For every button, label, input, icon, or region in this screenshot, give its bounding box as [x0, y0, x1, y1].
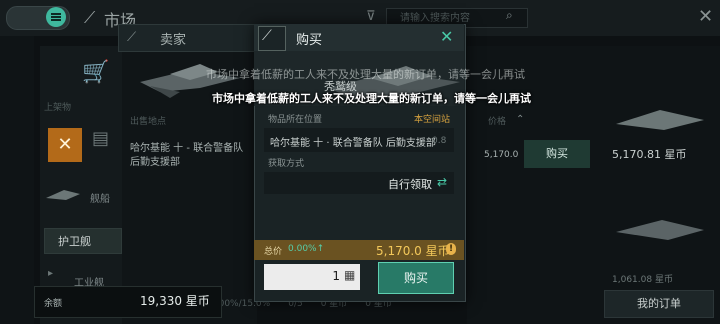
tab-seller-label: 卖家: [160, 33, 187, 48]
chart-icon: ⟋: [262, 28, 272, 44]
ship-image: [616, 220, 704, 240]
ship-image: [616, 110, 704, 130]
tax-value: 0.00%: [288, 244, 317, 254]
listing-price: 5,170.0: [484, 150, 519, 160]
ship-category-icon: [46, 190, 80, 200]
close-icon[interactable]: ✕: [698, 6, 713, 27]
balance-label: 余额: [44, 299, 63, 309]
ship-price: 5,170.81 星币: [612, 148, 687, 161]
buy-button[interactable]: 购买: [378, 262, 454, 294]
listing-location-line1: 哈尔基能 十 - 联合警备队: [130, 143, 244, 154]
expand-icon[interactable]: ▸: [48, 268, 53, 279]
chart-icon: ⟋: [127, 30, 137, 45]
quantity-value: 1: [332, 269, 340, 283]
search-placeholder: 请输入搜索内容: [400, 13, 470, 24]
balance-value: 19,330 星币: [140, 294, 210, 308]
listing-location: 哈尔基能 十 - 联合警备队 后勤支援部: [130, 142, 243, 170]
toast-message: 市场中拿着低薪的工人来不及处理大量的新订单，请等一会儿再试: [212, 92, 531, 105]
chart-icon: ⟋: [84, 8, 96, 27]
total-label: 总价: [264, 247, 283, 257]
right-panel: [467, 46, 720, 324]
obtain-method-value: 自行领取: [388, 178, 432, 191]
dialog-close-icon[interactable]: ✕: [440, 27, 453, 46]
chevron-up-icon[interactable]: ⌃: [516, 114, 524, 125]
left-rail: [0, 36, 34, 324]
column-header-price: 价格: [488, 117, 507, 127]
listing-location-line2: 后勤支援部: [130, 157, 180, 168]
column-header-location: 出售地点: [130, 117, 167, 127]
filter-icon[interactable]: ⊽: [366, 9, 376, 24]
toast-ghost: 市场中拿着低薪的工人来不及处理大量的新订单，请等一会儿再试: [206, 68, 525, 81]
location-name: 哈尔基能 十 · 联合警备队 后勤支援部: [270, 138, 436, 149]
total-tax-percent: 0.00%↑: [288, 244, 324, 254]
warning-icon[interactable]: !: [446, 243, 456, 255]
sidebar-item-escort-label: 护卫舰: [58, 235, 91, 248]
location-tag: 本空间站: [414, 115, 451, 125]
swap-icon[interactable]: ⇄: [437, 175, 447, 189]
sidebar-item-ships[interactable]: 舰船: [90, 190, 110, 205]
location-label: 物品所在位置: [268, 115, 323, 125]
menu-icon[interactable]: [46, 7, 66, 27]
sidebar-label-listed: 上架物: [44, 103, 72, 113]
listing-buy-button[interactable]: 购买: [524, 140, 590, 168]
up-arrow-icon: ↑: [316, 244, 325, 254]
tab-seller[interactable]: [118, 24, 258, 52]
security-level: 0.8: [432, 136, 447, 146]
keypad-icon[interactable]: ▦: [344, 268, 355, 282]
category-icon-orange[interactable]: ✕: [48, 128, 82, 162]
search-icon[interactable]: ⌕: [506, 8, 513, 23]
total-value: 5,170.0 星币: [376, 244, 450, 258]
document-icon[interactable]: ▤: [92, 128, 109, 149]
obtain-label: 获取方式: [268, 159, 305, 169]
dialog-title: 购买: [296, 33, 323, 48]
my-orders-button[interactable]: 我的订单: [604, 290, 714, 318]
cart-icon[interactable]: 🛒: [82, 60, 118, 100]
ship-price: 1,061.08 星币: [612, 275, 673, 285]
